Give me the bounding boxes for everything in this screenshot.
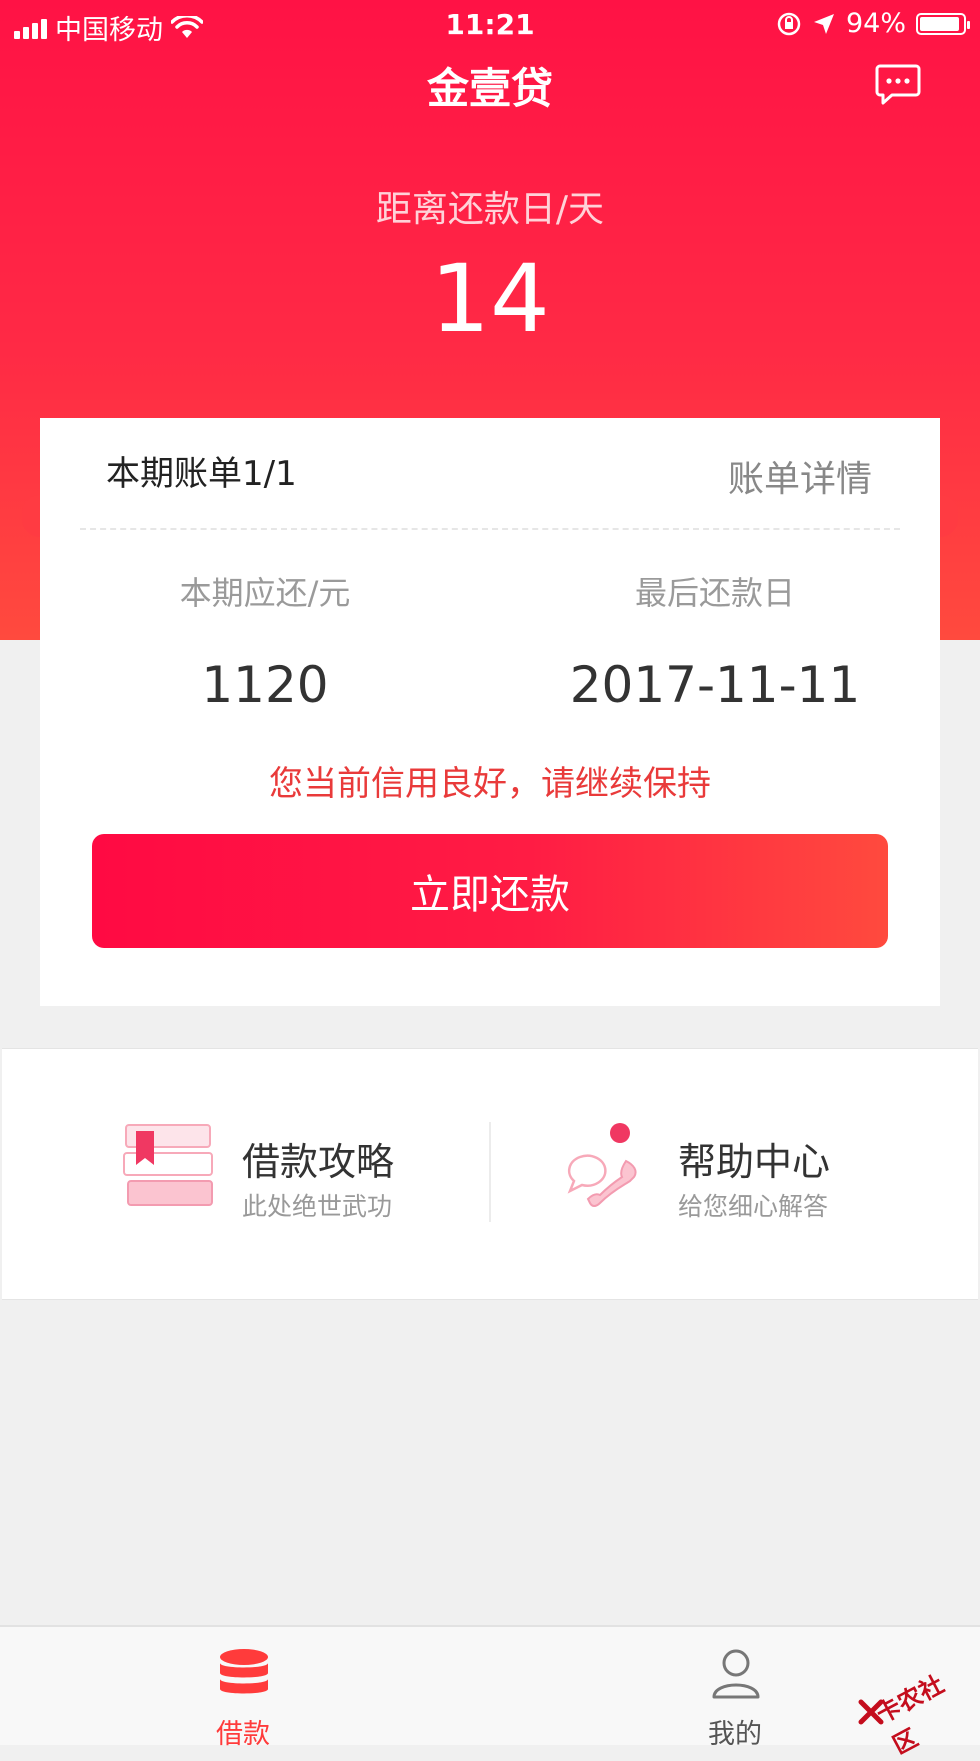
tab-mine[interactable]: 我的 (655, 1627, 815, 1750)
ticket-divider (80, 528, 900, 530)
last-date-value: 2017-11-11 (569, 656, 861, 714)
help-center-title: 帮助中心 (678, 1140, 831, 1184)
due-amount-block: 本期应还/元 1120 (40, 568, 490, 714)
app-title: 金壹贷 (426, 64, 553, 113)
rotation-lock-icon (777, 12, 801, 35)
service-panel: 借款攻略 此处绝世武功 帮助中心 给您细心解答 (2, 1048, 978, 1300)
tab-bar: 借款 我的 (0, 1625, 980, 1750)
loan-guide-subtitle: 此处绝世武功 (242, 1192, 393, 1221)
books-icon (123, 1124, 213, 1206)
repay-now-button[interactable]: 立即还款 (92, 834, 888, 948)
tab-loan[interactable]: 借款 (163, 1627, 323, 1750)
battery-icon (916, 12, 970, 35)
last-date-block: 最后还款日 2017-11-11 (490, 568, 940, 714)
due-amount-value: 1120 (201, 656, 329, 714)
tab-mine-label: 我的 (708, 1719, 762, 1750)
loan-guide-entry[interactable]: 借款攻略 此处绝世武功 (2, 1049, 490, 1299)
bill-card: 本期账单1/1 账单详情 本期应还/元 1120 最后还款日 2017-11-1… (40, 418, 940, 1006)
loan-guide-title: 借款攻略 (242, 1140, 395, 1184)
chat-bubble-icon (875, 64, 921, 105)
community-watermark: 卡农社区 (852, 1655, 972, 1760)
phone-chat-icon (567, 1123, 637, 1207)
user-profile-icon (712, 1649, 760, 1699)
credit-status-message: 您当前信用良好，请继续保持 (269, 764, 711, 804)
battery-percent: 94% (845, 8, 906, 39)
bill-detail-link[interactable]: 账单详情 (728, 450, 872, 502)
help-center-entry[interactable]: 帮助中心 给您细心解答 (490, 1049, 978, 1299)
bill-title: 本期账单1/1 (106, 454, 297, 494)
message-button[interactable] (874, 62, 922, 106)
coins-stack-icon (220, 1649, 268, 1694)
last-date-label: 最后还款日 (634, 574, 795, 612)
due-amount-label: 本期应还/元 (179, 574, 351, 612)
countdown-value: 14 (430, 245, 550, 354)
tab-loan-label: 借款 (216, 1719, 270, 1750)
location-arrow-icon (813, 13, 834, 34)
help-center-subtitle: 给您细心解答 (678, 1192, 829, 1221)
status-bar: 中国移动 11:21 94% (0, 0, 980, 50)
countdown-label: 距离还款日/天 (375, 189, 605, 230)
